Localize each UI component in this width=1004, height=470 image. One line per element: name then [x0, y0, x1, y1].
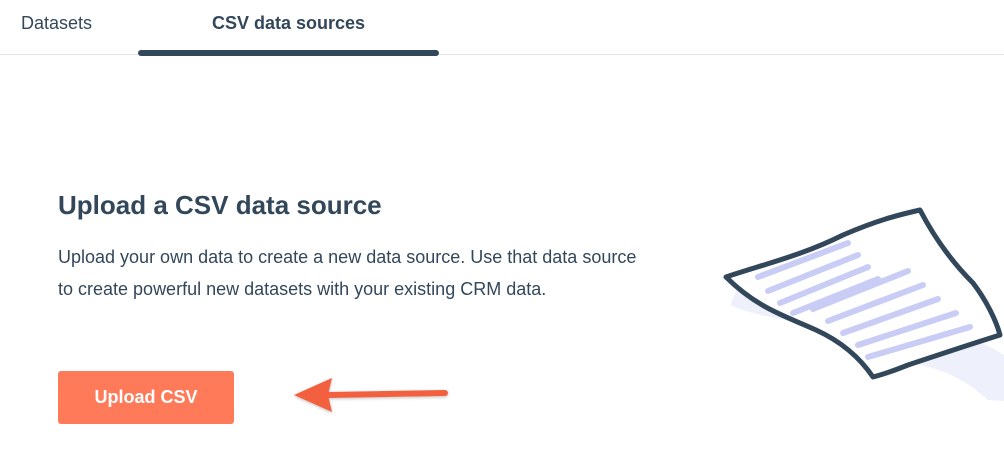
empty-state-content: Upload a CSV data source Upload your own…	[58, 188, 658, 305]
document-page-icon	[723, 207, 1004, 401]
empty-state-heading: Upload a CSV data source	[58, 190, 382, 220]
arrow-left-icon	[294, 378, 448, 412]
empty-state-description: Upload your own data to create a new dat…	[58, 247, 637, 299]
tab-datasets[interactable]: Datasets	[21, 0, 92, 54]
tab-csv-data-sources[interactable]: CSV data sources	[138, 0, 439, 54]
csv-data-sources-page: Datasets CSV data sources Upload a CSV d…	[0, 0, 1004, 470]
tab-bar: Datasets CSV data sources	[0, 0, 1004, 56]
upload-csv-button[interactable]: Upload CSV	[58, 371, 234, 424]
active-tab-indicator	[138, 50, 439, 56]
